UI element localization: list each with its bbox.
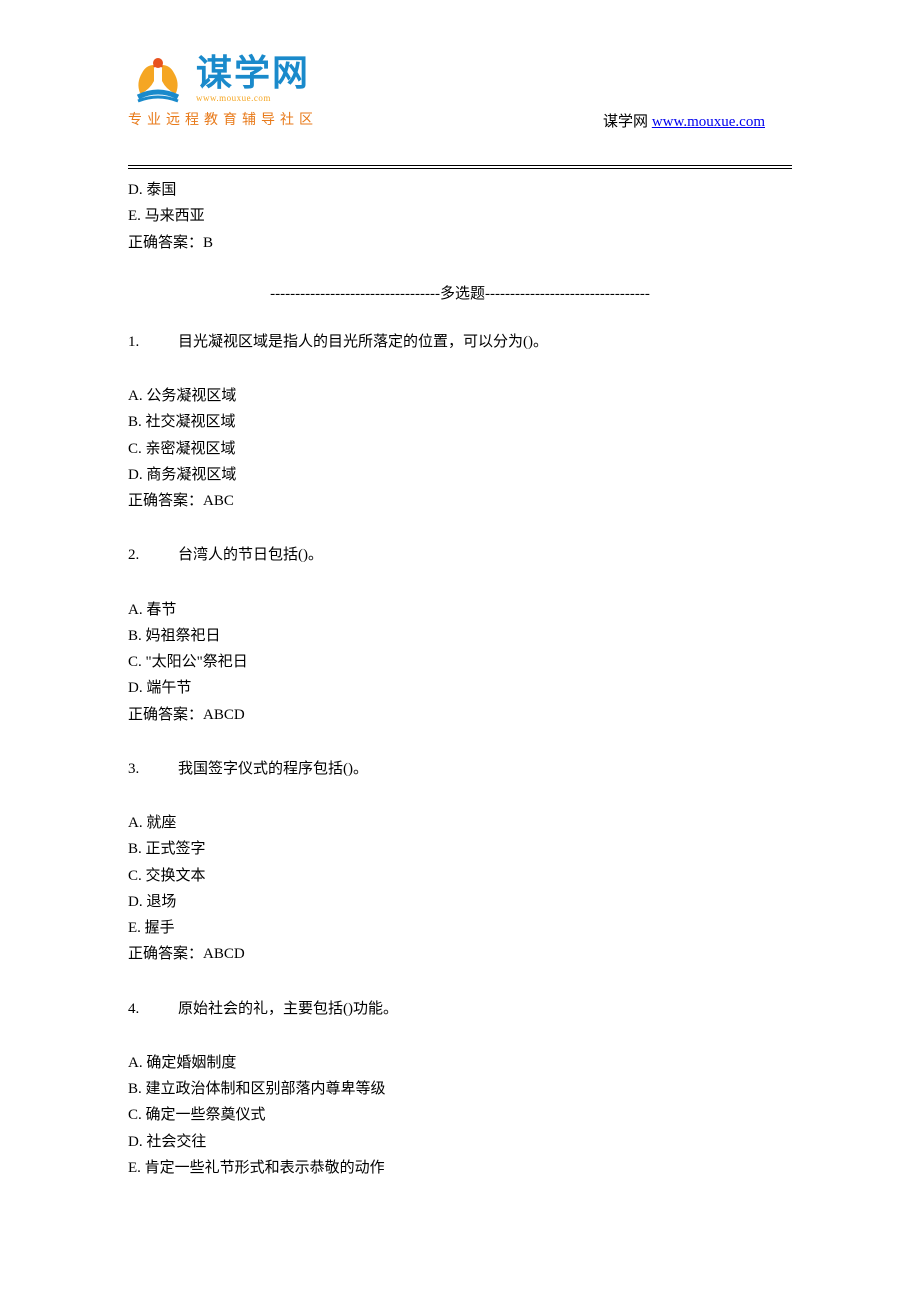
logo-area: 谋学网 www.mouxue.com bbox=[128, 55, 920, 103]
question-text: 1.目光凝视区域是指人的目光所落定的位置，可以分为()。 bbox=[128, 329, 792, 355]
question-1: 1.目光凝视区域是指人的目光所落定的位置，可以分为()。 A. 公务凝视区域 B… bbox=[128, 329, 792, 515]
header-right-link[interactable]: www.mouxue.com bbox=[652, 114, 765, 130]
answer: 正确答案：ABC bbox=[128, 488, 792, 514]
option: B. 社交凝视区域 bbox=[128, 409, 792, 435]
question-text: 3.我国签字仪式的程序包括()。 bbox=[128, 756, 792, 782]
option: A. 就座 bbox=[128, 810, 792, 836]
question-stem: 原始社会的礼，主要包括()功能。 bbox=[178, 1001, 398, 1017]
question-text: 4.原始社会的礼，主要包括()功能。 bbox=[128, 996, 792, 1022]
option: B. 妈祖祭祀日 bbox=[128, 623, 792, 649]
question-stem: 我国签字仪式的程序包括()。 bbox=[178, 761, 368, 777]
option: C. 交换文本 bbox=[128, 863, 792, 889]
option: D. 社会交往 bbox=[128, 1129, 792, 1155]
prev-answer: 正确答案：B bbox=[128, 230, 792, 256]
logo-text-block: 谋学网 www.mouxue.com bbox=[196, 55, 310, 103]
option: B. 建立政治体制和区别部落内尊卑等级 bbox=[128, 1076, 792, 1102]
logo-title: 谋学网 bbox=[196, 55, 310, 91]
question-3: 3.我国签字仪式的程序包括()。 A. 就座 B. 正式签字 C. 交换文本 D… bbox=[128, 756, 792, 968]
section-divider: ----------------------------------多选题---… bbox=[128, 282, 792, 303]
option: B. 正式签字 bbox=[128, 836, 792, 862]
option: D. 商务凝视区域 bbox=[128, 462, 792, 488]
header-right: 谋学网 www.mouxue.com bbox=[603, 110, 765, 131]
logo-icon bbox=[128, 55, 188, 103]
question-text: 2.台湾人的节日包括()。 bbox=[128, 542, 792, 568]
prev-option-d: D. 泰国 bbox=[128, 177, 792, 203]
question-num: 2. bbox=[128, 542, 178, 568]
content-area: D. 泰国 E. 马来西亚 正确答案：B -------------------… bbox=[0, 165, 920, 1181]
question-num: 4. bbox=[128, 996, 178, 1022]
top-divider-2 bbox=[128, 168, 792, 169]
option: E. 握手 bbox=[128, 915, 792, 941]
option: D. 退场 bbox=[128, 889, 792, 915]
option: D. 端午节 bbox=[128, 675, 792, 701]
page-header: 谋学网 www.mouxue.com 专业远程教育辅导社区 谋学网 www.mo… bbox=[0, 0, 920, 155]
option: C. 亲密凝视区域 bbox=[128, 436, 792, 462]
option: A. 公务凝视区域 bbox=[128, 383, 792, 409]
logo-tagline: 专业远程教育辅导社区 bbox=[128, 109, 920, 129]
prev-option-e: E. 马来西亚 bbox=[128, 203, 792, 229]
logo-url: www.mouxue.com bbox=[196, 93, 310, 103]
option: C. "太阳公"祭祀日 bbox=[128, 649, 792, 675]
header-right-text: 谋学网 bbox=[603, 114, 652, 130]
question-stem: 目光凝视区域是指人的目光所落定的位置，可以分为()。 bbox=[178, 334, 548, 350]
question-2: 2.台湾人的节日包括()。 A. 春节 B. 妈祖祭祀日 C. "太阳公"祭祀日… bbox=[128, 542, 792, 728]
option: E. 肯定一些礼节形式和表示恭敬的动作 bbox=[128, 1155, 792, 1181]
question-stem: 台湾人的节日包括()。 bbox=[178, 547, 323, 563]
question-num: 1. bbox=[128, 329, 178, 355]
option: A. 确定婚姻制度 bbox=[128, 1050, 792, 1076]
option: A. 春节 bbox=[128, 597, 792, 623]
answer: 正确答案：ABCD bbox=[128, 702, 792, 728]
question-num: 3. bbox=[128, 756, 178, 782]
top-divider-1 bbox=[128, 165, 792, 166]
question-4: 4.原始社会的礼，主要包括()功能。 A. 确定婚姻制度 B. 建立政治体制和区… bbox=[128, 996, 792, 1182]
answer: 正确答案：ABCD bbox=[128, 941, 792, 967]
option: C. 确定一些祭奠仪式 bbox=[128, 1102, 792, 1128]
